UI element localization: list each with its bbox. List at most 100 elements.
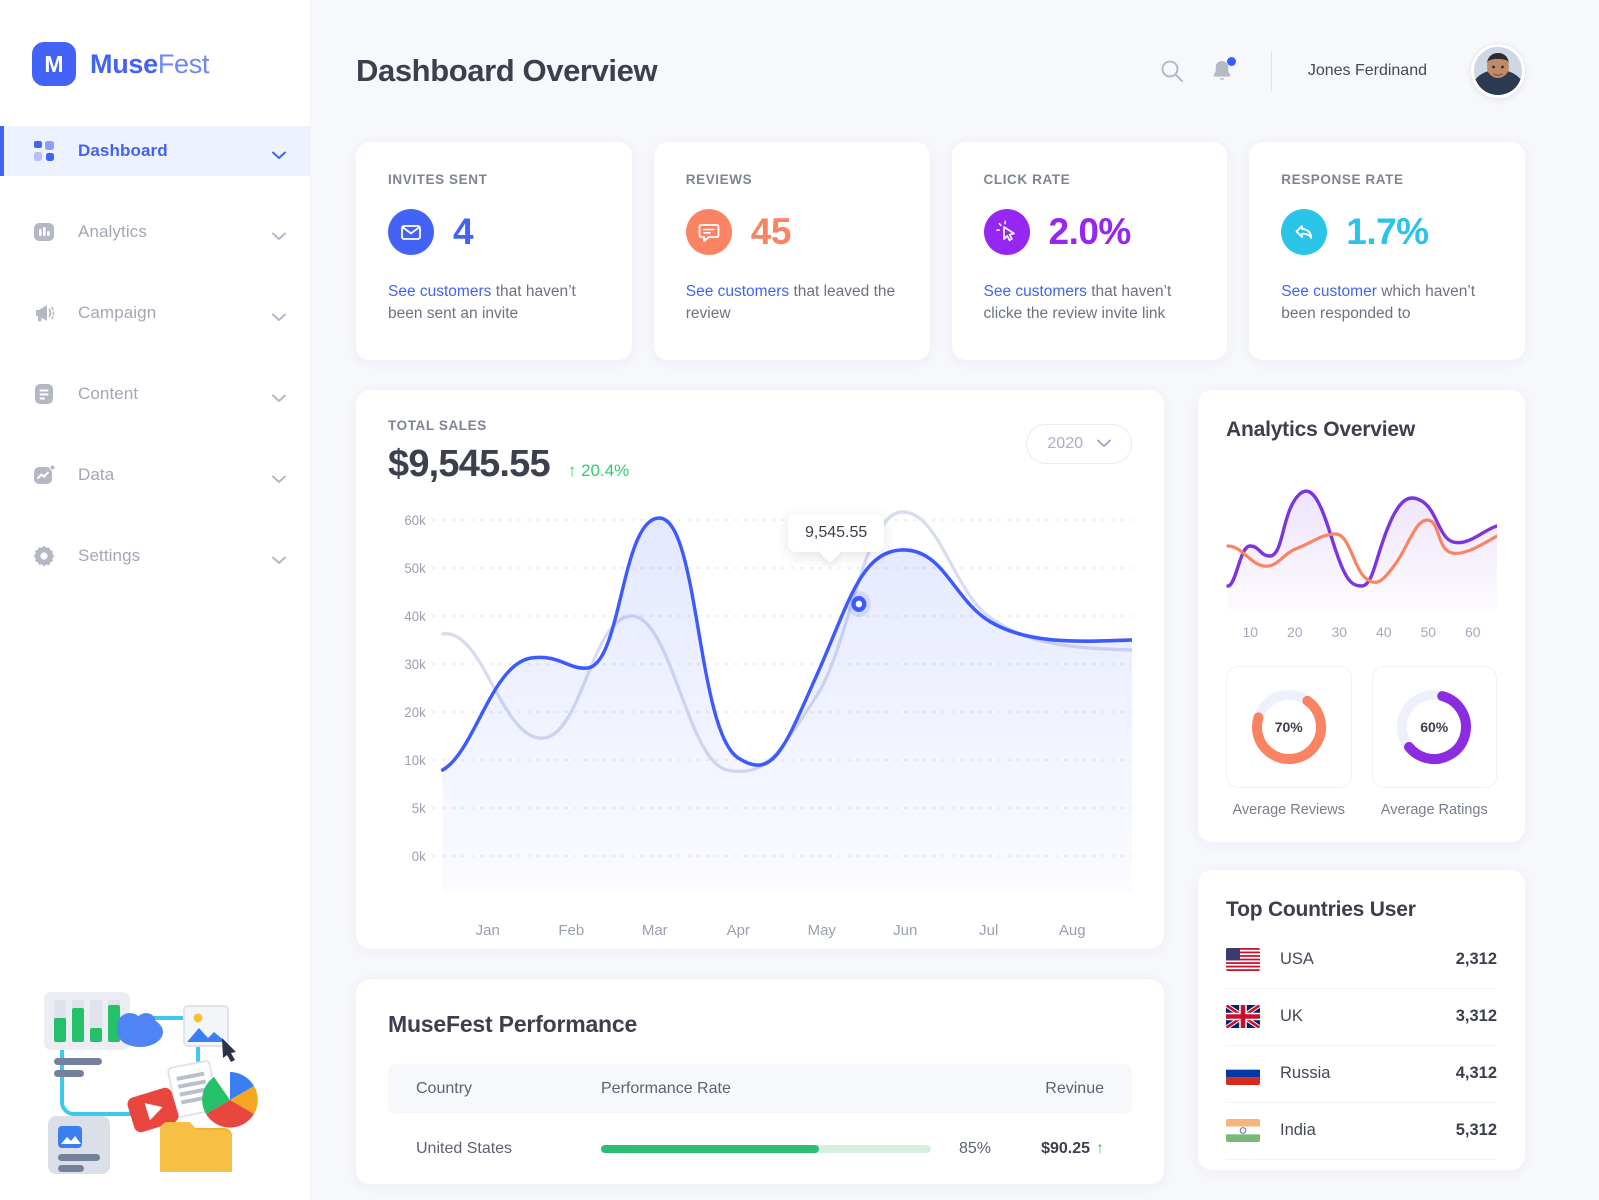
donut-percent-label: 70% <box>1274 718 1303 735</box>
chevron-down-icon <box>272 390 286 402</box>
svg-text:5k: 5k <box>412 801 426 816</box>
stat-description: See customers that haven’t been sent an … <box>388 281 600 326</box>
total-sales-amount: $9,545.55 <box>388 442 551 485</box>
total-sales-card: TOTAL SALES $9,545.55 ↑ 20.4% 2020 60k 5… <box>356 389 1164 949</box>
bell-icon[interactable] <box>1209 57 1236 84</box>
envelope-icon <box>388 209 434 255</box>
svg-text:30k: 30k <box>404 657 425 672</box>
gear-icon <box>32 544 56 568</box>
stat-card-click-rate: CLICK RATE 2.0% See customers that haven… <box>951 142 1228 360</box>
brand-logo-area[interactable]: M MuseFest <box>0 0 310 86</box>
country-value: 5,312 <box>1455 1121 1497 1140</box>
logo-mark: M <box>32 42 76 86</box>
sidebar-item-label: Campaign <box>78 303 157 322</box>
country-value: 4,312 <box>1455 1064 1497 1083</box>
see-customers-link[interactable]: See customers <box>388 283 491 300</box>
chart-tooltip-value: 9,545.55 <box>805 523 868 541</box>
total-sales-chart-svg: 60k 50k 40k 30k 20k 10k 5k 0k <box>404 510 1132 892</box>
left-column: TOTAL SALES $9,545.55 ↑ 20.4% 2020 60k 5… <box>356 389 1164 1184</box>
stats-row: INVITES SENT 4 See customers that haven’… <box>356 142 1525 360</box>
donut-group: 70% Average Reviews 60% Average Ratings <box>1226 665 1497 818</box>
avatar[interactable] <box>1471 44 1525 98</box>
top-countries-card: Top Countries User USA 2,312 UK 3,312 Ru… <box>1198 869 1525 1170</box>
donut-tile: 60% <box>1371 665 1497 788</box>
year-select[interactable]: 2020 <box>1026 423 1132 464</box>
chevron-down-icon <box>272 471 286 483</box>
revenue-value: $90.25 <box>1041 1139 1090 1157</box>
brand-name: MuseFest <box>90 49 209 80</box>
progress-bar-fill <box>601 1144 819 1153</box>
donut-tile: 70% <box>1226 665 1352 788</box>
country-value: 3,312 <box>1455 1007 1497 1026</box>
total-sales-header: TOTAL SALES $9,545.55 ↑ 20.4% 2020 <box>388 418 1132 486</box>
x-tick-label: 10 <box>1242 623 1259 640</box>
stat-label: REVIEWS <box>685 172 753 187</box>
column-header-performance-rate: Performance Rate <box>601 1079 731 1097</box>
right-column: Analytics Overview 10 20 30 40 50 60 70%… <box>1198 389 1525 1170</box>
donut-caption: Average Reviews <box>1232 801 1346 818</box>
stat-value-row: 4 <box>388 209 600 255</box>
table-header-row: Country Performance Rate Revinue <box>388 1063 1132 1114</box>
total-sales-chart: 60k 50k 40k 30k 20k 10k 5k 0k 9,545.55 <box>388 500 1132 930</box>
sidebar-item-data[interactable]: Data <box>0 450 310 500</box>
uk-flag-icon <box>1226 1005 1260 1029</box>
x-tick-label: 20 <box>1286 623 1303 640</box>
app-root: M MuseFest Dashboard Analytics Campaign … <box>0 0 1599 1200</box>
sidebar-item-analytics[interactable]: Analytics <box>0 207 310 257</box>
country-name: USA <box>1280 950 1314 969</box>
donut-caption: Average Ratings <box>1380 801 1488 818</box>
svg-text:10k: 10k <box>404 753 425 768</box>
sidebar-item-settings[interactable]: Settings <box>0 531 310 581</box>
total-sales-amount-row: $9,545.55 ↑ 20.4% <box>388 443 629 486</box>
stat-description: See customer which haven’t been responde… <box>1281 281 1493 326</box>
donut-average-reviews: 70% Average Reviews <box>1226 665 1352 818</box>
list-item[interactable]: Russia 4,312 <box>1226 1046 1497 1103</box>
us-flag-icon <box>1226 948 1260 972</box>
svg-text:0k: 0k <box>412 849 426 864</box>
trend-up-icon: ↑ <box>1096 1139 1104 1157</box>
x-tick-label: 30 <box>1331 623 1348 640</box>
chevron-down-icon <box>1097 435 1111 453</box>
search-icon[interactable] <box>1159 58 1185 84</box>
logo-letter: M <box>44 50 64 77</box>
top-countries-title: Top Countries User <box>1226 897 1416 921</box>
analytics-chart-svg <box>1226 489 1499 610</box>
content-grid: TOTAL SALES $9,545.55 ↑ 20.4% 2020 60k 5… <box>356 389 1525 1184</box>
total-sales-delta: ↑ 20.4% <box>567 460 630 480</box>
cell-revenue: $90.25 ↑ <box>1041 1140 1104 1158</box>
sidebar-item-campaign[interactable]: Campaign <box>0 288 310 338</box>
table-row[interactable]: United States 85% $90.25 ↑ <box>388 1114 1132 1184</box>
see-customers-link[interactable]: See customer <box>1281 283 1377 300</box>
dashboard-illustration <box>34 970 284 1180</box>
stat-value-row: 2.0% <box>983 209 1196 255</box>
see-customers-link[interactable]: See customers <box>984 283 1087 300</box>
donut-percent-label: 60% <box>1420 718 1449 735</box>
stat-value: 45 <box>750 211 792 252</box>
country-name: India <box>1280 1121 1316 1140</box>
year-select-value: 2020 <box>1047 434 1083 452</box>
document-icon <box>32 382 56 406</box>
divider <box>1270 51 1272 91</box>
reply-arrow-icon <box>1281 209 1328 255</box>
notification-badge <box>1226 57 1236 66</box>
chevron-down-icon <box>272 228 286 240</box>
x-tick-label: 60 <box>1464 623 1481 640</box>
stat-value-row: 1.7% <box>1281 209 1493 255</box>
stat-label: CLICK RATE <box>983 172 1071 187</box>
list-item[interactable]: UK 3,312 <box>1226 989 1497 1046</box>
see-customers-link[interactable]: See customers <box>686 283 789 300</box>
country-value: 2,312 <box>1455 950 1497 969</box>
list-item[interactable]: USA 2,312 <box>1226 932 1497 989</box>
svg-text:60k: 60k <box>404 513 425 528</box>
sidebar-item-label: Settings <box>78 546 141 565</box>
donut-average-ratings: 60% Average Ratings <box>1371 665 1497 818</box>
sidebar-item-dashboard[interactable]: Dashboard <box>0 126 310 176</box>
list-item[interactable]: India 5,312 <box>1226 1103 1497 1160</box>
analytics-x-axis: 10 20 30 40 50 60 <box>1226 624 1497 640</box>
chart-tooltip: 9,545.55 <box>788 513 885 552</box>
column-header-country: Country <box>416 1079 473 1097</box>
megaphone-icon <box>32 301 56 325</box>
sidebar-item-content[interactable]: Content <box>0 369 310 419</box>
sidebar: M MuseFest Dashboard Analytics Campaign … <box>0 0 311 1200</box>
main-content: Dashboard Overview Jones Ferdinand INVIT… <box>311 0 1599 1200</box>
